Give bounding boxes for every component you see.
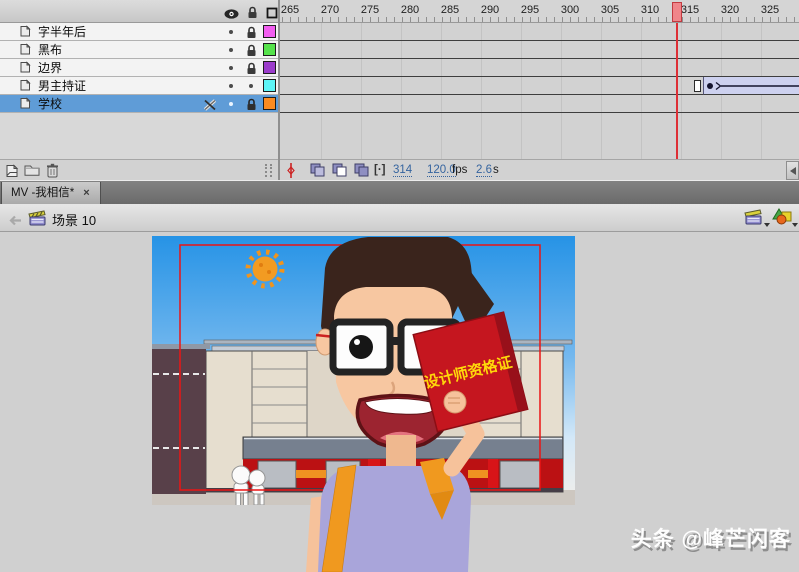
layer-row-selected[interactable]: 学校 [0,95,278,113]
playhead-line[interactable] [676,23,678,159]
layer-visibility-dot[interactable] [229,48,233,52]
document-tab-bar: MV -我相信* × [0,180,799,205]
layer-name[interactable]: 边界 [38,61,62,75]
motion-tween-span[interactable] [703,77,799,95]
timeline-panel: 字半年后 黑布 边界 男主持证 学校 265 270 275 280 285 2… [0,0,799,180]
left-pupil [349,335,373,359]
layer-row[interactable]: 边界 [0,59,278,77]
layer-list: 字半年后 黑布 边界 男主持证 学校 [0,0,280,180]
lock-all-icon[interactable] [247,6,258,24]
elapsed-time-value[interactable]: 2.6 [476,164,492,177]
layer-visibility-dot[interactable] [229,30,233,34]
layer-list-empty-area [0,113,278,159]
back-arrow-icon[interactable] [7,213,22,231]
ruler-ticks [282,17,797,22]
ruler-frame-number: 300 [560,4,580,16]
ruler-frame-number: 325 [760,4,780,16]
outline-all-icon[interactable] [266,6,278,24]
neck [386,435,416,469]
frame-ruler[interactable]: 265 270 275 280 285 290 295 300 305 310 … [280,0,799,23]
ruler-frame-number: 310 [640,4,660,16]
ruler-frame-number: 295 [520,4,540,16]
dropdown-caret-icon [764,223,770,227]
scene-clapperboard-icon [28,210,47,231]
layer-visibility-dot[interactable] [229,102,233,106]
timeline-status-bar: [·] 314 120.0 fps 2.6 s [280,159,799,180]
layer-visibility-dot[interactable] [229,66,233,70]
layer-row[interactable]: 男主持证 [0,77,278,95]
new-folder-button[interactable] [24,163,40,181]
stage-canvas[interactable]: 设计师资格证 [0,232,799,572]
ruler-frame-number: 290 [480,4,500,16]
document-tab-title: MV -我相信* [11,187,75,199]
layer-row[interactable]: 字半年后 [0,23,278,41]
frame-row[interactable] [280,23,799,41]
fist [443,390,467,414]
current-frame-value[interactable]: 314 [393,164,413,177]
modify-markers-icon[interactable]: [·] [374,164,386,176]
edit-bar: 场景 10 [0,204,799,232]
layer-unlock-dot[interactable] [249,84,253,88]
edit-symbols-button[interactable] [772,208,798,228]
ruler-frame-number: 320 [720,4,740,16]
show-hide-all-icon[interactable] [224,6,239,24]
stage-pasteboard[interactable]: 设计师资格证 头条 @峰芒闪客 [0,232,799,572]
panel-resize-grip[interactable] [265,164,272,177]
ruler-frame-number: 280 [400,4,420,16]
ruler-frame-number: 315 [680,4,700,16]
layer-row[interactable]: 黑布 [0,41,278,59]
dropdown-caret-icon [792,223,798,227]
layer-list-header [0,0,278,23]
layer-outline-color-swatch[interactable] [263,79,276,92]
ruler-frame-number: 275 [360,4,380,16]
stick-figures [231,465,266,505]
layer-name[interactable]: 男主持证 [38,79,86,93]
watermark-text: 头条 @峰芒闪客 [630,528,791,551]
ruler-frame-number: 285 [440,4,460,16]
timeline-layer-toolbar [0,159,278,180]
frame-row[interactable] [280,95,799,113]
layer-outline-color-swatch[interactable] [263,43,276,56]
timeline-frames-area: 265 270 275 280 285 290 295 300 305 310 … [280,0,799,180]
scene-breadcrumb-label: 场景 10 [52,213,97,228]
layer-name[interactable]: 黑布 [38,43,62,57]
tab-close-icon[interactable]: × [83,187,89,199]
layer-outline-color-swatch[interactable] [263,25,276,38]
frame-rate-unit: fps [452,164,468,176]
layer-name[interactable]: 字半年后 [38,25,86,39]
empty-keyframe-marker[interactable] [694,80,701,92]
frame-row[interactable] [280,59,799,77]
layer-name[interactable]: 学校 [38,97,62,111]
frame-row[interactable] [280,41,799,59]
playhead-marker[interactable] [672,2,682,22]
ruler-frame-number: 265 [280,4,300,16]
document-tab-active[interactable]: MV -我相信* × [1,182,101,205]
ruler-frame-number: 270 [320,4,340,16]
layer-outline-color-swatch[interactable] [263,97,276,110]
flash-editor-window: 字半年后 黑布 边界 男主持证 学校 265 270 275 280 285 2… [0,0,799,572]
edit-scene-button[interactable] [744,208,770,228]
elapsed-time-unit: s [493,164,499,176]
scroll-left-button[interactable] [786,161,799,180]
layer-outline-color-swatch[interactable] [263,61,276,74]
ruler-frame-number: 305 [600,4,620,16]
layer-visibility-dot[interactable] [229,84,233,88]
